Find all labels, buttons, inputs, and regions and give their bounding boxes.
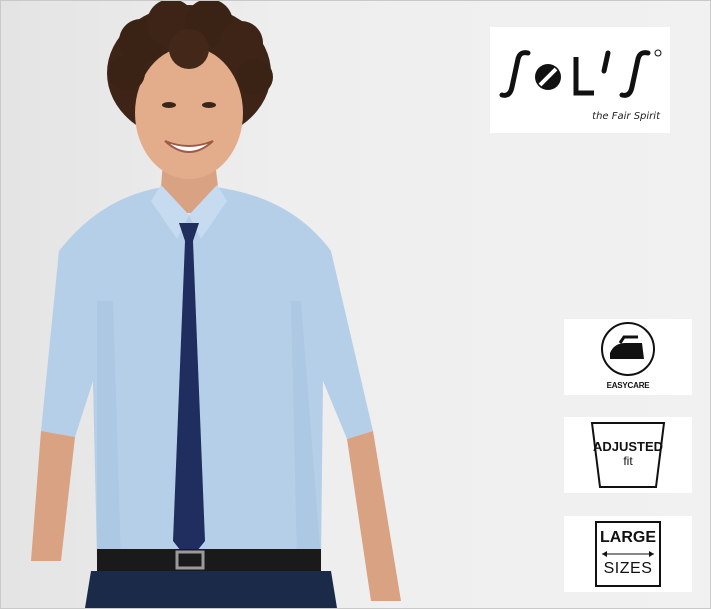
fit-label: fit <box>623 454 633 468</box>
product-photo <box>31 1 401 608</box>
easycare-badge: EASYCARE <box>564 319 692 395</box>
size-arrows-icon <box>595 521 661 587</box>
brand-tagline: the Fair Spirit <box>592 111 660 122</box>
adjusted-label: ADJUSTED <box>592 439 664 454</box>
large-label: LARGE <box>600 529 656 546</box>
sizes-label: SIZES <box>603 560 653 577</box>
adjusted-fit-badge: ADJUSTED fit <box>564 417 692 493</box>
easycare-label: EASYCARE <box>606 381 650 390</box>
product-card: the Fair Spirit EASYCARE ADJUSTED fit LA… <box>0 0 711 609</box>
brand-logo: the Fair Spirit <box>490 27 670 133</box>
large-sizes-badge: LARGE SIZES <box>564 516 692 592</box>
